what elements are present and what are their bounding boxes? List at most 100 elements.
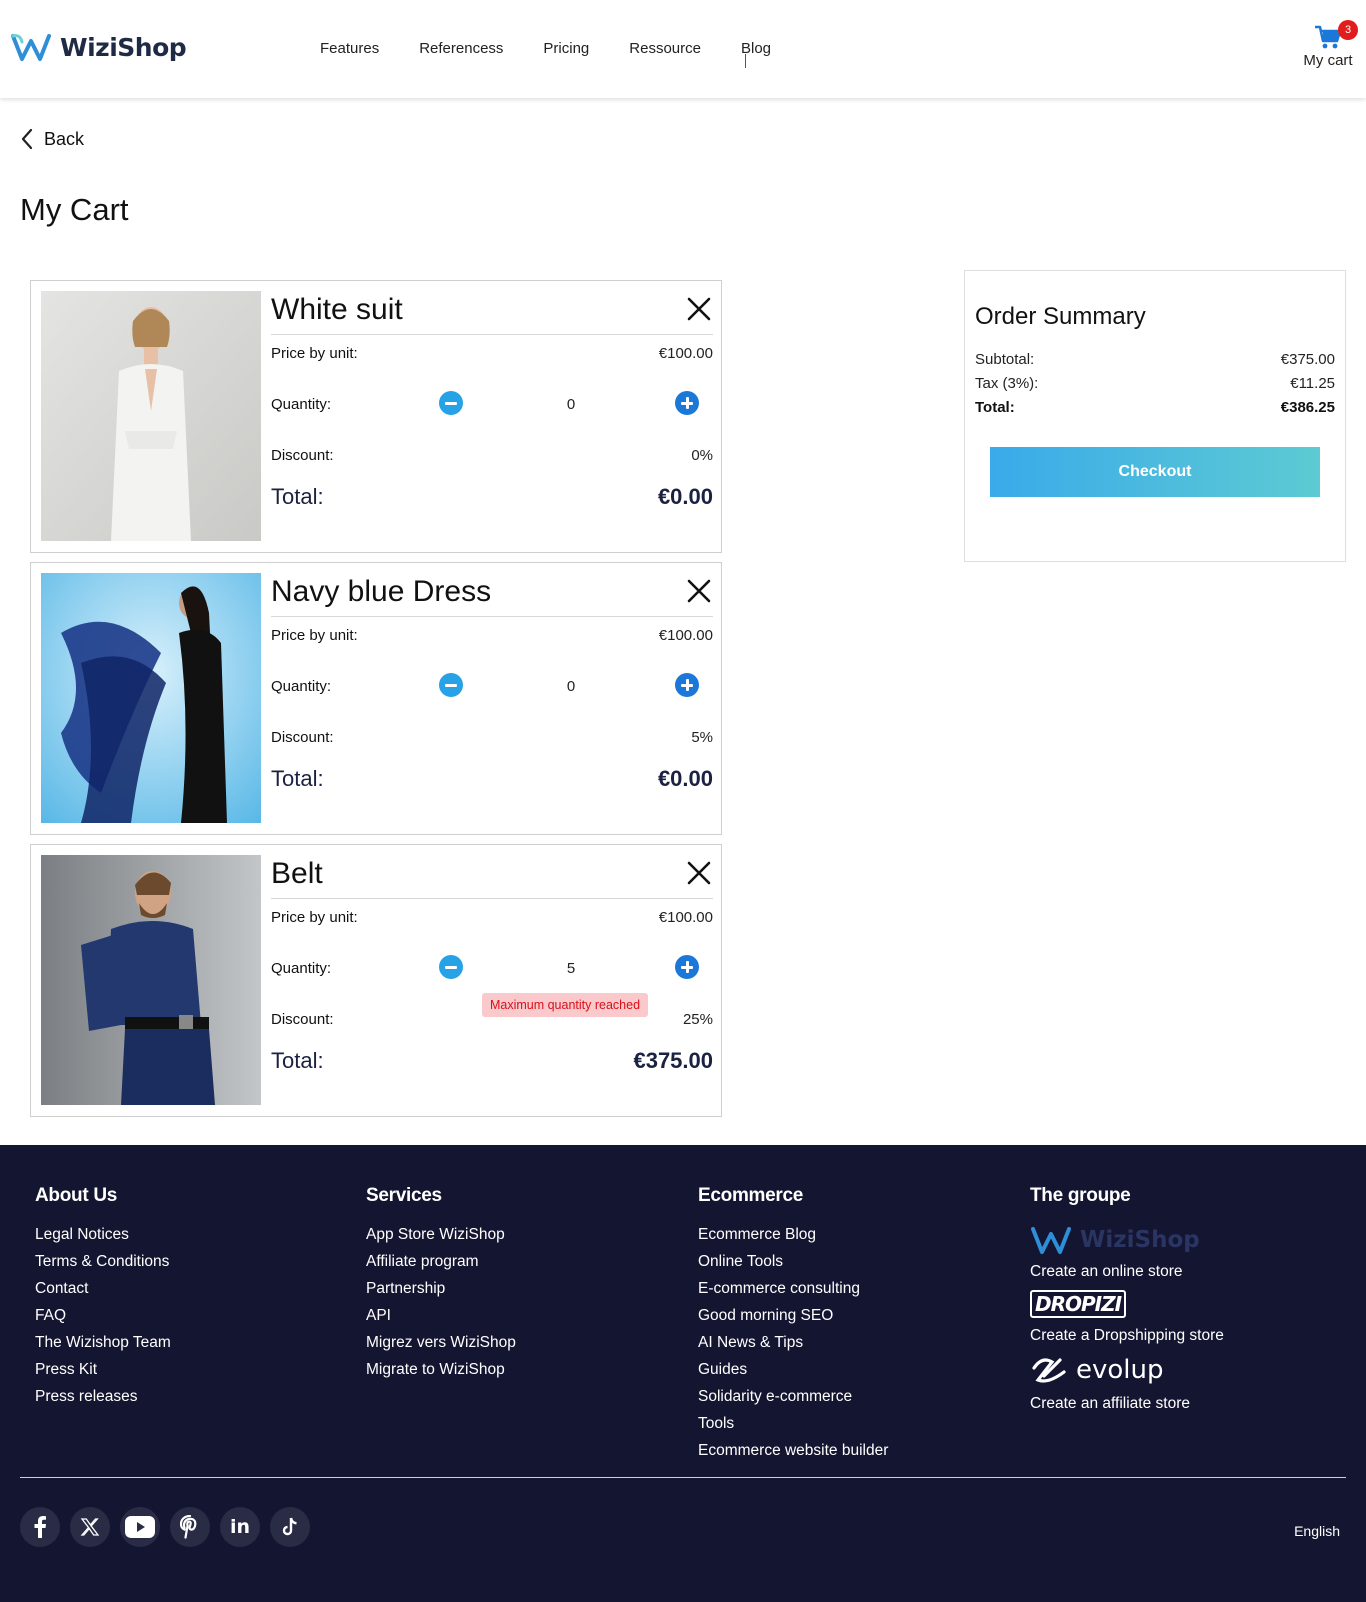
footer-link-tools[interactable]: Tools xyxy=(698,1414,888,1433)
footer-link-website-builder[interactable]: Ecommerce website builder xyxy=(698,1441,888,1460)
footer-link-team[interactable]: The Wizishop Team xyxy=(35,1333,171,1352)
discount-value: 25% xyxy=(682,1011,713,1028)
footer-link-migrate[interactable]: Migrate to WiziShop xyxy=(366,1360,516,1379)
footer-link-ai-news[interactable]: AI News & Tips xyxy=(698,1333,888,1352)
quantity-value: 5 xyxy=(566,960,576,977)
x-icon[interactable] xyxy=(70,1507,110,1547)
evolup-brand-logo[interactable]: evolup xyxy=(1030,1353,1224,1387)
cart-item: Belt Price by unit: €100.00 Quantity: 5 … xyxy=(30,844,722,1117)
checkout-button[interactable]: Checkout xyxy=(990,447,1320,497)
item-total-label: Total: xyxy=(271,484,324,509)
item-divider xyxy=(271,898,713,899)
brand-name: WiziShop xyxy=(60,32,187,62)
tax-value: €11.25 xyxy=(1290,375,1335,392)
footer-link-press-releases[interactable]: Press releases xyxy=(35,1387,171,1406)
footer-link-partnership[interactable]: Partnership xyxy=(366,1279,516,1298)
footer-link-solidarity[interactable]: Solidarity e-commerce xyxy=(698,1387,888,1406)
nav-pricing[interactable]: Pricing xyxy=(543,40,589,57)
footer-heading-groupe: The groupe xyxy=(1030,1185,1131,1206)
discount-value: 0% xyxy=(691,447,713,464)
unit-price: €100.00 xyxy=(658,909,713,926)
remove-item-icon[interactable] xyxy=(685,295,713,323)
decrease-quantity-button[interactable] xyxy=(439,673,463,697)
footer-link-faq[interactable]: FAQ xyxy=(35,1306,171,1325)
footer-divider xyxy=(20,1477,1346,1478)
increase-quantity-button[interactable] xyxy=(675,391,699,415)
footer-link-app-store[interactable]: App Store WiziShop xyxy=(366,1225,516,1244)
item-total-value: €375.00 xyxy=(633,1048,713,1073)
quantity-value: 0 xyxy=(566,396,576,413)
order-summary: Order Summary Subtotal: €375.00 Tax (3%)… xyxy=(964,270,1346,562)
page-title: My Cart xyxy=(20,192,129,227)
total-value: €386.25 xyxy=(1280,399,1335,416)
cart-icon: 3 xyxy=(1314,20,1358,50)
item-total-value: €0.00 xyxy=(657,484,713,509)
decrease-quantity-button[interactable] xyxy=(439,955,463,979)
dropizi-caption[interactable]: Create a Dropshipping store xyxy=(1030,1327,1224,1345)
cart-label: My cart xyxy=(1303,52,1353,69)
facebook-icon[interactable] xyxy=(20,1507,60,1547)
item-total-value: €0.00 xyxy=(657,766,713,791)
total-label: Total: xyxy=(975,399,1015,416)
item-total-label: Total: xyxy=(271,1048,324,1073)
main-nav: Features Referencess Pricing Ressource B… xyxy=(320,40,811,68)
wizishop-logo-icon xyxy=(1031,1227,1071,1254)
wizishop-logo-icon xyxy=(11,34,51,61)
product-name: Belt xyxy=(271,857,323,890)
footer-link-blog[interactable]: Ecommerce Blog xyxy=(698,1225,888,1244)
footer-groupe-column: The groupe WiziShop Create an online sto… xyxy=(1030,1185,1224,1413)
unit-price: €100.00 xyxy=(658,345,713,362)
nav-separator xyxy=(745,54,746,68)
discount-label: Discount: xyxy=(271,729,334,746)
wizishop-caption[interactable]: Create an online store xyxy=(1030,1263,1224,1281)
product-image-belt xyxy=(41,855,261,1105)
footer-heading-about: About Us xyxy=(35,1185,118,1206)
pinterest-icon[interactable] xyxy=(170,1507,210,1547)
remove-item-icon[interactable] xyxy=(685,859,713,887)
footer-heading-services: Services xyxy=(366,1185,442,1206)
subtotal-label: Subtotal: xyxy=(975,351,1035,368)
remove-item-icon[interactable] xyxy=(685,577,713,605)
footer-link-api[interactable]: API xyxy=(366,1306,516,1325)
site-header: WiziShop Features Referencess Pricing Re… xyxy=(0,0,1366,98)
wizishop-brand-name: WiziShop xyxy=(1080,1227,1200,1253)
product-name: White suit xyxy=(271,293,403,326)
discount-value: 5% xyxy=(691,729,713,746)
back-label: Back xyxy=(44,128,85,149)
footer-link-seo[interactable]: Good morning SEO xyxy=(698,1306,888,1325)
footer-link-legal-notices[interactable]: Legal Notices xyxy=(35,1225,171,1244)
cart-button[interactable]: 3 My cart xyxy=(1300,20,1358,69)
item-total-label: Total: xyxy=(271,766,324,791)
dropizi-brand-logo[interactable]: DROPIZI xyxy=(1030,1289,1224,1319)
footer-link-migrez[interactable]: Migrez vers WiziShop xyxy=(366,1333,516,1352)
footer-link-guides[interactable]: Guides xyxy=(698,1360,888,1379)
site-footer: About Us Legal Notices Terms & Condition… xyxy=(0,1145,1366,1602)
footer-link-press-kit[interactable]: Press Kit xyxy=(35,1360,171,1379)
nav-features[interactable]: Features xyxy=(320,40,379,57)
cart-item: Navy blue Dress Price by unit: €100.00 Q… xyxy=(30,562,722,835)
footer-link-terms[interactable]: Terms & Conditions xyxy=(35,1252,171,1271)
quantity-label: Quantity: xyxy=(271,960,332,977)
wizishop-logo[interactable]: WiziShop xyxy=(10,30,187,64)
decrease-quantity-button[interactable] xyxy=(439,391,463,415)
youtube-icon[interactable] xyxy=(120,1507,160,1547)
increase-quantity-button[interactable] xyxy=(675,673,699,697)
wizishop-brand-logo[interactable]: WiziShop xyxy=(1030,1225,1224,1255)
evolup-caption[interactable]: Create an affiliate store xyxy=(1030,1395,1224,1413)
increase-quantity-button[interactable] xyxy=(675,955,699,979)
nav-references[interactable]: Referencess xyxy=(419,40,503,57)
footer-link-affiliate[interactable]: Affiliate program xyxy=(366,1252,516,1271)
linkedin-icon[interactable]: in xyxy=(220,1507,260,1547)
footer-link-contact[interactable]: Contact xyxy=(35,1279,171,1298)
tiktok-icon[interactable] xyxy=(270,1507,310,1547)
discount-label: Discount: xyxy=(271,1011,334,1028)
language-selector[interactable]: English xyxy=(1294,1523,1340,1539)
price-label: Price by unit: xyxy=(271,627,358,644)
tax-label: Tax (3%): xyxy=(975,375,1039,392)
nav-ressource[interactable]: Ressource xyxy=(629,40,701,57)
footer-link-consulting[interactable]: E-commerce consulting xyxy=(698,1279,888,1298)
back-link[interactable]: Back xyxy=(20,128,84,150)
dropizi-brand-name: DROPIZI xyxy=(1030,1290,1127,1318)
tax-row: Tax (3%): €11.25 xyxy=(975,375,1335,392)
footer-link-online-tools[interactable]: Online Tools xyxy=(698,1252,888,1271)
